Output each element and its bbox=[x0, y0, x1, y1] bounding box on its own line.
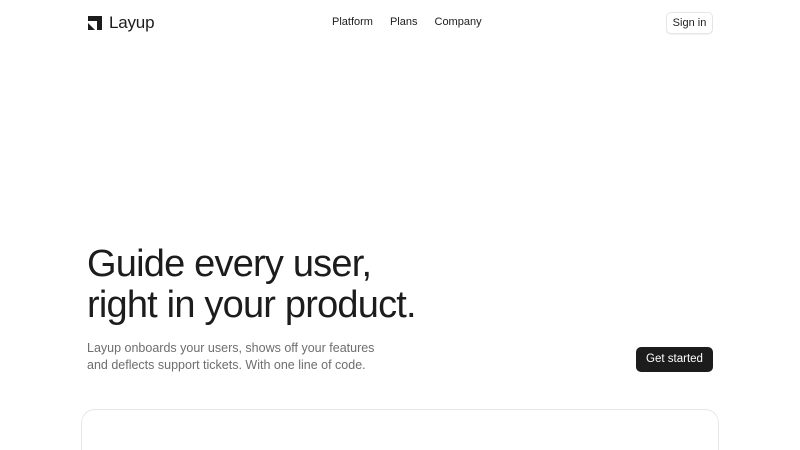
hero-description-line-2: and deflects support tickets. With one l… bbox=[87, 358, 366, 372]
get-started-button[interactable]: Get started bbox=[636, 347, 713, 372]
top-header: Layup Platform Plans Company Sign in bbox=[0, 0, 800, 46]
product-preview-card bbox=[81, 409, 719, 450]
nav-item-plans[interactable]: Plans bbox=[390, 15, 418, 29]
brand-logo-link[interactable]: Layup bbox=[87, 13, 155, 33]
hero-headline-line-1: Guide every user, bbox=[87, 243, 372, 285]
layup-logo-icon bbox=[88, 16, 102, 30]
hero-description-line-1: Layup onboards your users, shows off you… bbox=[87, 341, 375, 355]
hero-headline: Guide every user, right in your product. bbox=[87, 243, 417, 326]
nav-item-platform[interactable]: Platform bbox=[332, 15, 373, 29]
hero-description: Layup onboards your users, shows off you… bbox=[87, 340, 374, 374]
hero-headline-line-2: right in your product. bbox=[87, 284, 417, 326]
nav-item-company[interactable]: Company bbox=[435, 15, 482, 29]
sign-in-button[interactable]: Sign in bbox=[666, 12, 713, 34]
landing-page: Layup Platform Plans Company Sign in Gui… bbox=[0, 0, 800, 450]
main-nav: Platform Plans Company bbox=[332, 15, 482, 29]
brand-name: Layup bbox=[109, 13, 155, 32]
